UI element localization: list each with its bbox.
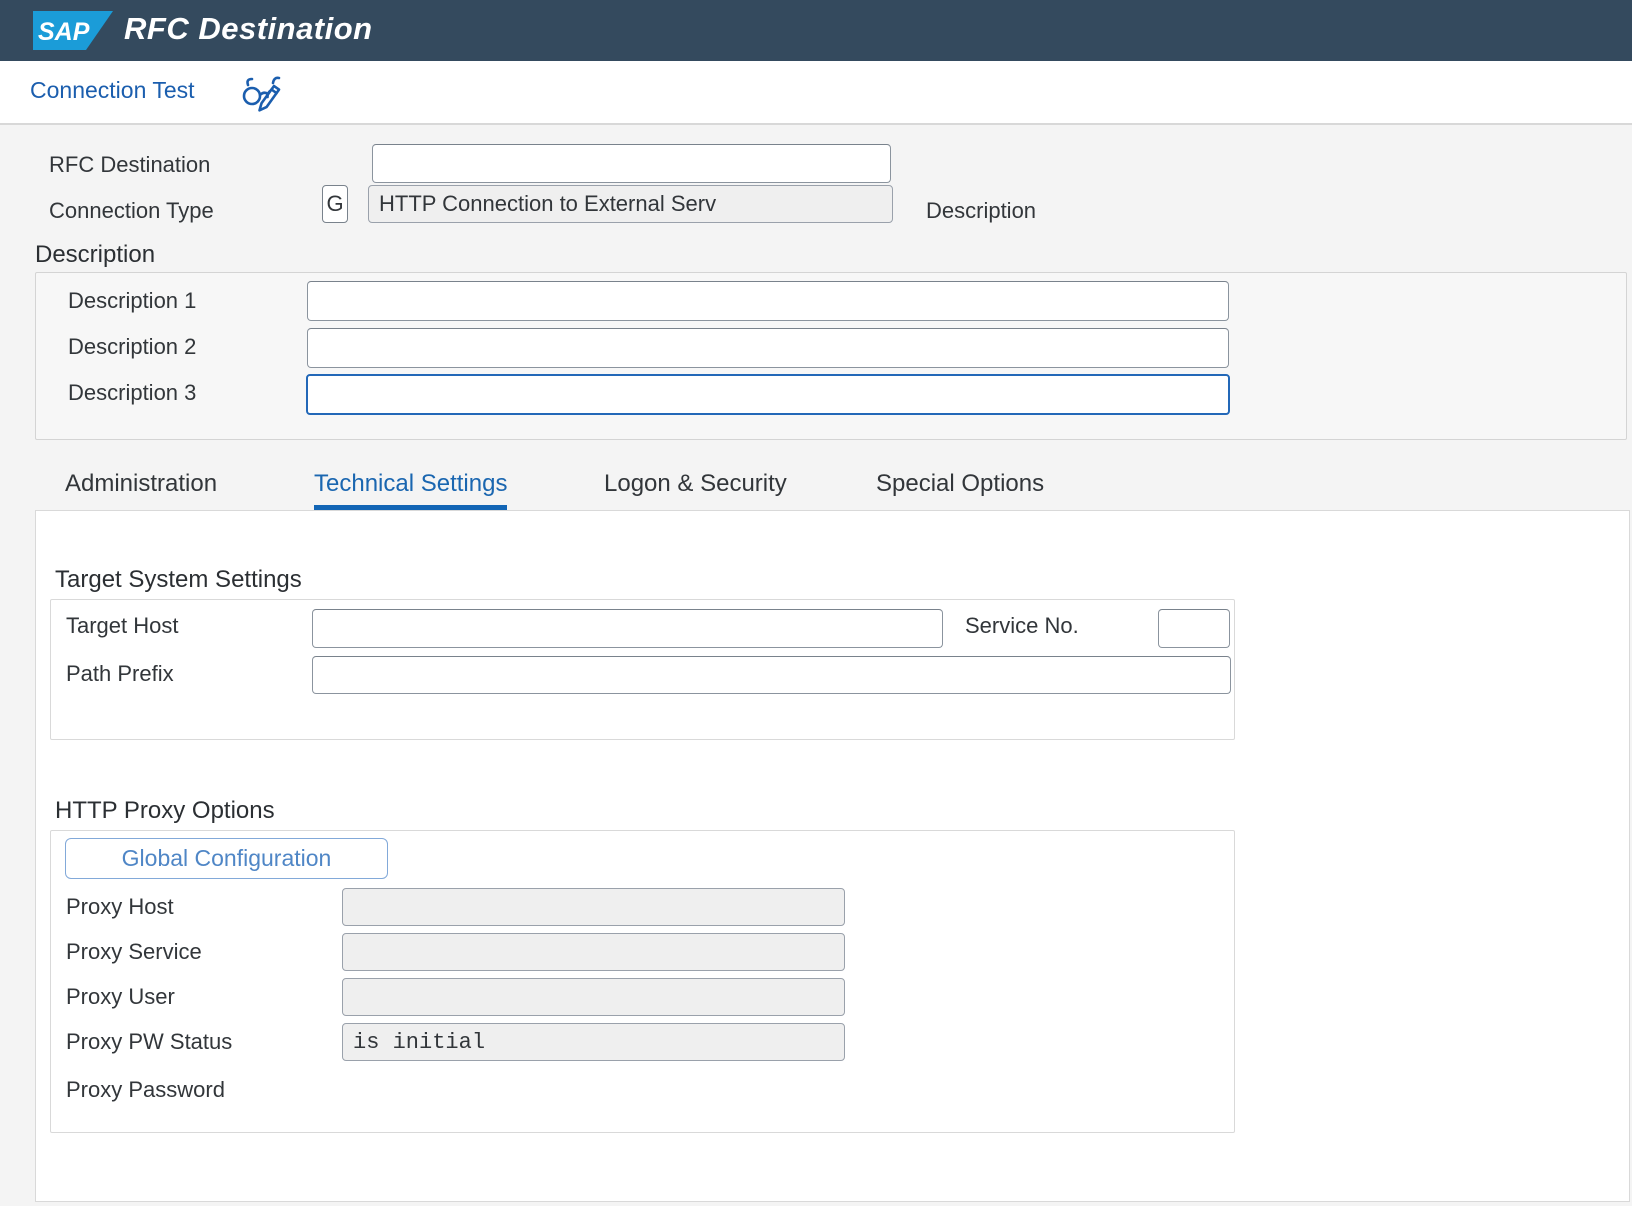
path-prefix-input[interactable]	[312, 656, 1231, 694]
page-title: RFC Destination	[124, 11, 373, 47]
connection-type-description-label: Description	[926, 198, 1036, 224]
rfc-destination-input[interactable]	[372, 144, 891, 183]
tab-administration[interactable]: Administration	[65, 470, 217, 511]
proxy-password-label: Proxy Password	[66, 1077, 225, 1103]
proxy-pw-status-label: Proxy PW Status	[66, 1029, 232, 1055]
description-3-input[interactable]	[306, 374, 1230, 415]
toolbar: Connection Test	[0, 61, 1632, 125]
description-1-label: Description 1	[68, 288, 196, 314]
description-3-label: Description 3	[68, 380, 196, 406]
proxy-service-input[interactable]	[342, 933, 845, 971]
proxy-host-label: Proxy Host	[66, 894, 174, 920]
target-system-settings-title: Target System Settings	[55, 566, 302, 594]
connection-type-input[interactable]	[368, 185, 893, 223]
target-host-label: Target Host	[66, 613, 179, 639]
rfc-destination-label: RFC Destination	[49, 152, 210, 178]
display-change-icon[interactable]	[240, 71, 284, 117]
connection-type-code-box[interactable]: G	[322, 185, 348, 223]
proxy-pw-status-input[interactable]	[342, 1023, 845, 1061]
app-header: SAP RFC Destination	[0, 0, 1632, 61]
sap-logo: SAP	[33, 11, 113, 50]
svg-text:SAP: SAP	[38, 18, 90, 46]
service-no-label: Service No.	[965, 613, 1079, 639]
target-host-input[interactable]	[312, 609, 943, 648]
connection-test-button[interactable]: Connection Test	[30, 77, 195, 104]
description-2-label: Description 2	[68, 334, 196, 360]
path-prefix-label: Path Prefix	[66, 661, 174, 687]
proxy-host-input[interactable]	[342, 888, 845, 926]
service-no-input[interactable]	[1158, 609, 1230, 648]
tab-special-options[interactable]: Special Options	[876, 470, 1044, 511]
proxy-service-label: Proxy Service	[66, 939, 202, 965]
proxy-user-input[interactable]	[342, 978, 845, 1016]
description-section-title: Description	[35, 241, 155, 269]
description-2-input[interactable]	[307, 328, 1229, 368]
proxy-user-label: Proxy User	[66, 984, 175, 1010]
description-1-input[interactable]	[307, 281, 1229, 321]
connection-type-label: Connection Type	[49, 198, 214, 224]
tab-technical-settings[interactable]: Technical Settings	[314, 470, 507, 511]
http-proxy-options-title: HTTP Proxy Options	[55, 797, 275, 825]
tab-logon-security[interactable]: Logon & Security	[604, 470, 787, 511]
global-configuration-button[interactable]: Global Configuration	[65, 838, 388, 879]
